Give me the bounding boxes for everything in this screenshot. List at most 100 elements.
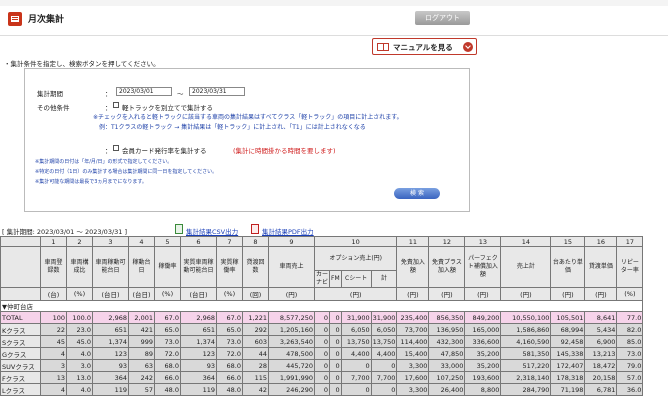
table-cell: 284,790 bbox=[500, 383, 552, 396]
table-cell: 10,550,100 bbox=[500, 311, 552, 324]
table-cell: 57 bbox=[128, 383, 155, 396]
col-number: 2 bbox=[66, 236, 93, 247]
row-class-name: Fクラス bbox=[0, 371, 41, 384]
table-cell: 5,434 bbox=[584, 323, 618, 336]
table-row: Lクラス 4 4.0 119 57 48.0 119 48.0 42 246,290 0 0 0 0 3,3… bbox=[0, 383, 644, 396]
note-max-period: ※集計可能な期間は最長で3ヵ月までになります。 bbox=[35, 179, 147, 185]
table-cell: 48.0 bbox=[216, 383, 243, 396]
period-colon: ： bbox=[105, 90, 112, 98]
unit-cell: (円) bbox=[268, 287, 315, 301]
table-cell: 66.0 bbox=[216, 371, 243, 384]
table-cell: 68.0 bbox=[216, 359, 243, 372]
light-truck-checkbox[interactable] bbox=[113, 102, 119, 108]
table-cell: 0 bbox=[314, 359, 330, 372]
col-number: 4 bbox=[128, 236, 155, 247]
pdf-export-link[interactable]: 集計結果PDF出力 bbox=[262, 226, 314, 236]
header-ratio: 車両構成比 bbox=[66, 246, 93, 288]
header-repeater-rate: リピーター率 bbox=[616, 246, 644, 288]
table-cell: 67.0 bbox=[154, 311, 181, 324]
col-number: 12 bbox=[428, 236, 466, 247]
table-cell: 67.0 bbox=[216, 311, 243, 324]
header-real-available-days: 実質車両稼動可能台日 bbox=[180, 246, 217, 288]
member-card-checkbox[interactable] bbox=[113, 145, 119, 151]
table-cell: 93 bbox=[180, 359, 217, 372]
table-cell: 3,300 bbox=[396, 359, 430, 372]
table-cell: 13,213 bbox=[584, 347, 618, 360]
table-cell: 3,300 bbox=[396, 383, 430, 396]
header-operating-days: 稼動台日 bbox=[128, 246, 155, 288]
col-number: 16 bbox=[584, 236, 618, 247]
table-cell: 4.0 bbox=[66, 347, 93, 360]
unit-cell: (円) bbox=[550, 287, 586, 301]
manual-button[interactable]: マニュアルを見る bbox=[372, 38, 477, 55]
date-range-tilde: 〜 bbox=[177, 90, 184, 98]
table-cell: 651 bbox=[180, 323, 217, 336]
unit-cell: (%) bbox=[154, 287, 181, 301]
table-cell: 73,700 bbox=[396, 323, 430, 336]
unit-cell: (円) bbox=[396, 287, 430, 301]
other-conditions-label: その他条件 bbox=[37, 104, 70, 112]
note-single-day: ※特定の日付（1日）のみ集計する場合は集計期間に同一日を指定してください。 bbox=[35, 169, 218, 175]
app-header: 月次集計 ログアウト bbox=[0, 0, 668, 36]
table-cell: 478,500 bbox=[268, 347, 315, 360]
col-number: 3 bbox=[92, 236, 129, 247]
logout-button[interactable]: ログアウト bbox=[415, 11, 470, 25]
row-class-name: Lクラス bbox=[0, 383, 41, 396]
table-cell: 13 bbox=[40, 371, 67, 384]
table-cell: 0 bbox=[370, 383, 398, 396]
table-cell: 8,800 bbox=[464, 383, 502, 396]
table-cell: 93 bbox=[92, 359, 129, 372]
table-cell: 65.0 bbox=[154, 323, 181, 336]
header-option-sales: オプション売上(円) bbox=[313, 246, 398, 271]
table-cell: 1,221 bbox=[242, 311, 269, 324]
table-cell: 1,374 bbox=[180, 335, 217, 348]
table-cell: 85.0 bbox=[616, 335, 644, 348]
table-cell: 73.0 bbox=[154, 335, 181, 348]
col-number: 8 bbox=[242, 236, 269, 247]
table-cell: 107,250 bbox=[428, 371, 466, 384]
table-cell: 246,290 bbox=[268, 383, 315, 396]
table-cell: 165,000 bbox=[464, 323, 502, 336]
table-cell: 242 bbox=[128, 371, 155, 384]
header-rental-price: 貸渡単価 bbox=[584, 246, 618, 288]
table-cell: 72.0 bbox=[216, 347, 243, 360]
table-cell: 3.0 bbox=[66, 359, 93, 372]
col-number: 11 bbox=[396, 236, 430, 247]
table-cell: 65.0 bbox=[216, 323, 243, 336]
date-from-input[interactable]: 2023/03/01 bbox=[116, 87, 172, 96]
table-cell: 0 bbox=[314, 311, 330, 324]
search-button[interactable]: 検 索 bbox=[394, 188, 440, 199]
col-number: 14 bbox=[500, 236, 552, 247]
table-cell: 57.0 bbox=[616, 371, 644, 384]
table-cell: 44 bbox=[242, 347, 269, 360]
row-class-name: Kクラス bbox=[0, 323, 41, 336]
table-cell: 603 bbox=[242, 335, 269, 348]
chevron-down-icon bbox=[463, 42, 473, 52]
unit-cell: (%) bbox=[216, 287, 243, 301]
table-cell: 8,577,250 bbox=[268, 311, 315, 324]
table-cell: 13,750 bbox=[340, 335, 372, 348]
date-to-input[interactable]: 2023/03/31 bbox=[189, 87, 245, 96]
csv-export-link[interactable]: 集計結果CSV出力 bbox=[186, 226, 238, 236]
table-cell: 89 bbox=[128, 347, 155, 360]
table-cell: 6,900 bbox=[584, 335, 618, 348]
unit-cell: (台日) bbox=[180, 287, 217, 301]
light-truck-example: 例：T1クラスの軽トラック → 集計結果は「軽トラック」に計上され、「T1」には… bbox=[99, 124, 366, 131]
table-cell: 1,374 bbox=[92, 335, 129, 348]
table-cell: 651 bbox=[92, 323, 129, 336]
table-cell: 45 bbox=[40, 335, 67, 348]
table-cell: 13,750 bbox=[370, 335, 398, 348]
table-cell: 66.0 bbox=[154, 371, 181, 384]
table-cell: 31,900 bbox=[370, 311, 398, 324]
table-cell: 0 bbox=[314, 371, 330, 384]
table-row: SUVクラス 3 3.0 93 63 68.0 93 68.0 28 445,720 0 0 0 0 3,3… bbox=[0, 359, 644, 372]
col-number: 6 bbox=[180, 236, 217, 247]
table-cell: 6,050 bbox=[370, 323, 398, 336]
table-cell: 119 bbox=[92, 383, 129, 396]
table-cell: 432,300 bbox=[428, 335, 466, 348]
light-truck-note: ※チェックを入れると軽トラックに該当する車両の集計結果はすべてクラス「軽トラック… bbox=[93, 114, 403, 121]
table-cell: 35,200 bbox=[464, 347, 502, 360]
table-cell: 2,318,140 bbox=[500, 371, 552, 384]
table-cell: 4 bbox=[40, 383, 67, 396]
table-cell: 0 bbox=[314, 347, 330, 360]
